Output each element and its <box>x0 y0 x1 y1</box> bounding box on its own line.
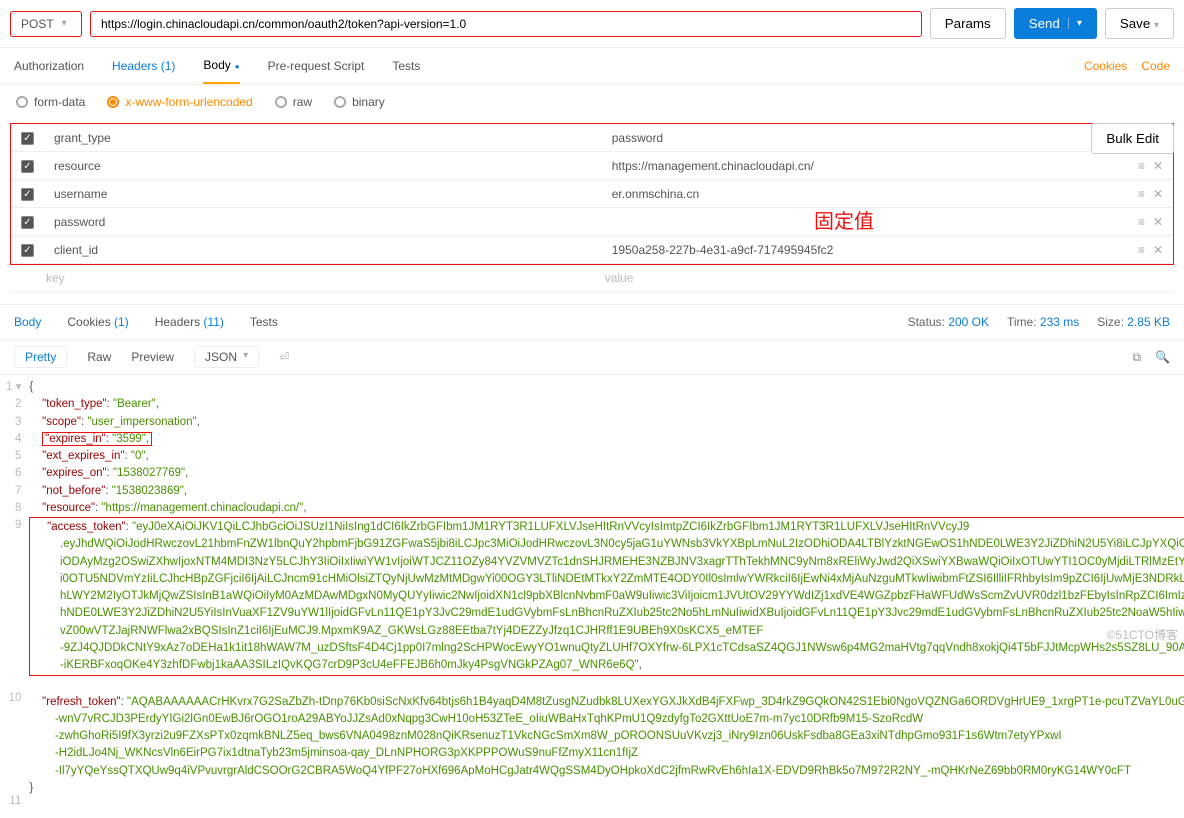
save-button[interactable]: Save ▾ <box>1105 8 1174 39</box>
status-label: Status: 200 OK <box>908 315 989 329</box>
tab-authorization[interactable]: Authorization <box>14 49 84 83</box>
value-cell[interactable]: https://management.chinacloudapi.cn/ <box>602 152 1120 180</box>
chevron-down-icon[interactable]: ▾ <box>1068 18 1082 29</box>
copy-icon[interactable]: ⧉ <box>1132 350 1141 365</box>
value-cell[interactable]: 1950a258-227b-4e31-a9cf-717495945fc2 <box>602 236 1120 264</box>
placeholder-row: key value <box>10 265 1174 292</box>
line-gutter: 1 ▾ 2 3 4 5 6 7 8 9 10 11 <box>0 379 29 810</box>
key-cell[interactable]: password <box>44 208 602 236</box>
chevron-down-icon: ▾ <box>62 18 67 29</box>
view-preview[interactable]: Preview <box>131 350 174 364</box>
params-button[interactable]: Params <box>930 8 1006 39</box>
send-button-label: Send <box>1029 16 1060 31</box>
value-cell[interactable]: er.onmschina.cn <box>602 180 1120 208</box>
table-row: ✓ resource https://management.chinacloud… <box>11 152 1173 180</box>
checkbox[interactable]: ✓ <box>21 160 34 173</box>
close-icon[interactable]: ✕ <box>1153 159 1163 173</box>
tab-response-tests[interactable]: Tests <box>250 315 278 329</box>
tab-response-cookies[interactable]: Cookies (1) <box>67 315 128 329</box>
drag-icon[interactable]: ≡ <box>1138 243 1145 257</box>
close-icon[interactable]: ✕ <box>1153 215 1163 229</box>
checkbox[interactable]: ✓ <box>21 216 34 229</box>
key-cell[interactable]: username <box>44 180 602 208</box>
form-data-table: ✓ grant_type password ≡✕ ✓ resource http… <box>10 123 1174 265</box>
checkbox[interactable]: ✓ <box>21 244 34 257</box>
size-label: Size: 2.85 KB <box>1097 315 1170 329</box>
key-cell[interactable]: resource <box>44 152 602 180</box>
code-link[interactable]: Code <box>1141 59 1170 73</box>
key-placeholder[interactable]: key <box>36 265 595 292</box>
tab-response-body[interactable]: Body <box>14 315 41 329</box>
wrap-icon[interactable]: ⏎ <box>279 350 289 364</box>
json-code[interactable]: { "token_type": "Bearer", "scope": "user… <box>29 379 1184 810</box>
checkbox[interactable]: ✓ <box>21 188 34 201</box>
radio-xform[interactable]: x-www-form-urlencoded <box>107 95 252 109</box>
request-bar: POST ▾ Params Send ▾ Save ▾ <box>0 0 1184 48</box>
checkbox[interactable]: ✓ <box>21 132 34 145</box>
radio-binary[interactable]: binary <box>334 95 385 109</box>
url-input[interactable] <box>90 11 922 37</box>
bulk-edit-button[interactable]: Bulk Edit <box>1091 123 1174 154</box>
http-method-select[interactable]: POST ▾ <box>10 11 82 37</box>
response-tabs: Body Cookies (1) Headers (11) Tests Stat… <box>0 304 1184 340</box>
close-icon[interactable]: ✕ <box>1153 243 1163 257</box>
radio-raw[interactable]: raw <box>275 95 312 109</box>
drag-icon[interactable]: ≡ <box>1138 187 1145 201</box>
response-body: 1 ▾ 2 3 4 5 6 7 8 9 10 11 { "token_type"… <box>0 375 1184 818</box>
send-button[interactable]: Send ▾ <box>1014 8 1097 39</box>
chevron-down-icon: ▾ <box>1154 20 1159 31</box>
response-viewer-options: Pretty Raw Preview JSON▾ ⏎ ⧉ 🔍 <box>0 340 1184 375</box>
drag-icon[interactable]: ≡ <box>1138 215 1145 229</box>
search-icon[interactable]: 🔍 <box>1155 350 1170 365</box>
tab-tests[interactable]: Tests <box>392 49 420 83</box>
table-row: ✓ client_id 1950a258-227b-4e31-a9cf-7174… <box>11 236 1173 264</box>
time-label: Time: 233 ms <box>1007 315 1079 329</box>
annotation-fixed-value: 固定值 <box>814 205 874 234</box>
table-row: ✓ username er.onmschina.cn ≡ ✕ <box>11 180 1173 208</box>
tab-body[interactable]: Body <box>203 48 239 84</box>
value-cell[interactable]: password <box>602 124 1120 152</box>
cookies-link[interactable]: Cookies <box>1084 59 1127 73</box>
radio-formdata[interactable]: form-data <box>16 95 85 109</box>
view-pretty[interactable]: Pretty <box>14 346 67 368</box>
chevron-down-icon: ▾ <box>243 350 248 364</box>
http-method-label: POST <box>21 17 54 31</box>
request-tabs: Authorization Headers (1) Body Pre-reque… <box>0 48 1184 85</box>
table-row: ✓ grant_type password ≡✕ <box>11 124 1173 152</box>
watermark: ©51CTO博客 <box>1107 626 1178 643</box>
key-cell[interactable]: client_id <box>44 236 602 264</box>
drag-icon[interactable]: ≡ <box>1138 159 1145 173</box>
value-placeholder[interactable]: value <box>595 265 1124 292</box>
tab-headers[interactable]: Headers (1) <box>112 49 175 83</box>
body-type-radios: form-data x-www-form-urlencoded raw bina… <box>0 85 1184 119</box>
close-icon[interactable]: ✕ <box>1153 187 1163 201</box>
table-row: ✓ password ≡ ✕ <box>11 208 1173 236</box>
lang-select[interactable]: JSON▾ <box>194 346 259 368</box>
tab-prerequest[interactable]: Pre-request Script <box>268 49 365 83</box>
view-raw[interactable]: Raw <box>87 350 111 364</box>
tab-response-headers[interactable]: Headers (11) <box>155 315 224 329</box>
key-cell[interactable]: grant_type <box>44 124 602 152</box>
